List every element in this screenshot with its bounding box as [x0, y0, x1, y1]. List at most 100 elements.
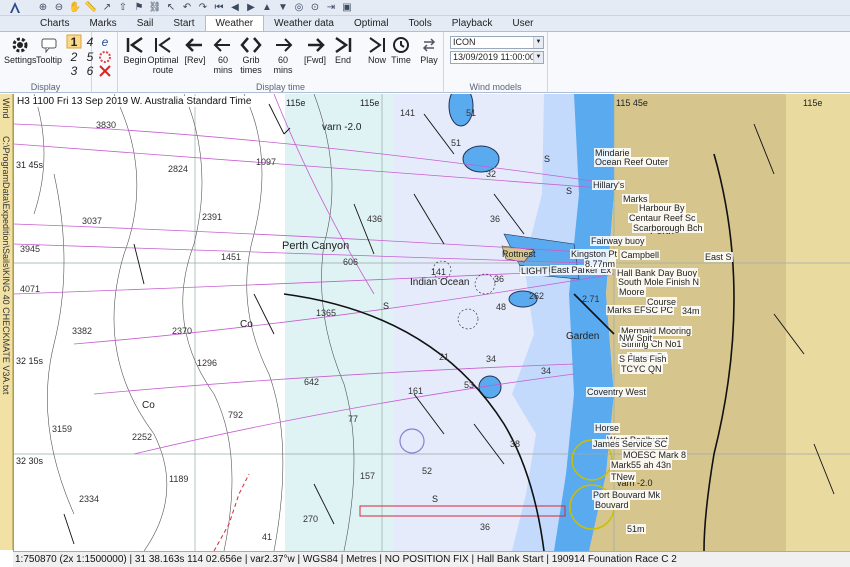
- course-mark-label[interactable]: James Service SC: [592, 439, 669, 449]
- tab-charts[interactable]: Charts: [30, 16, 79, 31]
- depth-sounding: 38: [510, 439, 521, 449]
- begin-label: Begin: [123, 55, 147, 65]
- optimal-route-label: Optimal route: [147, 55, 179, 75]
- tooltip-button[interactable]: Tooltip: [36, 35, 62, 65]
- nautical-chart[interactable]: 31 45s 32 15s 32 30s 115 45e 115e 115e 115e Per…: [13, 94, 850, 551]
- depth-sounding: 157: [360, 471, 376, 481]
- tab-optimal[interactable]: Optimal: [344, 16, 398, 31]
- depth-sounding: 2334: [79, 494, 100, 504]
- tab-user[interactable]: User: [502, 16, 543, 31]
- cursor-icon[interactable]: ↖: [164, 1, 178, 15]
- redo-icon[interactable]: ↷: [196, 1, 210, 15]
- play-start-icon[interactable]: ⏮: [212, 1, 226, 15]
- depth-sounding: 34: [541, 366, 552, 376]
- tab-sail[interactable]: Sail: [127, 16, 164, 31]
- wind-side-label[interactable]: Wind: [1, 98, 11, 119]
- doc-icon[interactable]: ▣: [340, 1, 354, 15]
- settings-button[interactable]: Settings: [4, 35, 37, 65]
- measure-icon[interactable]: 📏: [84, 1, 98, 15]
- depth-sounding: 1451: [221, 252, 242, 262]
- course-mark-label[interactable]: NW Spit: [618, 333, 654, 343]
- tab-weather[interactable]: Weather: [204, 15, 265, 31]
- gps-icon[interactable]: ⊙: [308, 1, 322, 15]
- course-mark-label[interactable]: Moore: [618, 287, 646, 297]
- tab-start[interactable]: Start: [163, 16, 204, 31]
- course-mark-label[interactable]: S Flats Fish: [618, 354, 668, 364]
- depth-sounding: 36: [480, 522, 491, 532]
- wind-model-select[interactable]: ICON ▼: [450, 36, 544, 49]
- end-button[interactable]: End: [328, 35, 358, 65]
- longitude-label: 115e: [803, 98, 823, 108]
- arrow-left-icon[interactable]: ◀: [228, 1, 242, 15]
- rev-button[interactable]: [Rev]: [180, 35, 210, 65]
- longitude-label: 115 45e: [616, 98, 648, 108]
- place-label: S: [432, 494, 439, 504]
- course-mark-label[interactable]: Campbell: [620, 250, 661, 260]
- arrow-left-icon: [184, 35, 206, 55]
- route-icon[interactable]: ↗: [100, 1, 114, 15]
- arrow-right-icon[interactable]: ▶: [244, 1, 258, 15]
- grib-times-button[interactable]: Grib times: [236, 35, 266, 75]
- course-mark-label[interactable]: Horse: [594, 423, 621, 433]
- depth-sounding: 642: [304, 377, 320, 387]
- course-mark-label[interactable]: 51m: [626, 524, 646, 534]
- course-mark-label[interactable]: Mark55 ah 43n: [610, 460, 673, 470]
- course-mark-label[interactable]: Bouvard: [594, 500, 630, 510]
- course-mark-label[interactable]: Centaur Reef Sc: [628, 213, 697, 223]
- depth-sounding: 436: [367, 214, 383, 224]
- tab-marks[interactable]: Marks: [79, 16, 126, 31]
- begin-button[interactable]: Begin: [120, 35, 150, 65]
- depth-sounding: 270: [303, 514, 319, 524]
- depth-sounding: 41: [262, 532, 273, 542]
- play-button[interactable]: Play: [414, 35, 444, 65]
- optimal-route-button[interactable]: Optimal route: [147, 35, 179, 75]
- course-mark-label[interactable]: Ocean Reef Outer: [594, 157, 670, 167]
- tab-weather-data[interactable]: Weather data: [264, 16, 344, 31]
- wind-time-select[interactable]: 13/09/2019 11:00:00 ▼: [450, 51, 544, 64]
- clock-icon: [390, 35, 412, 55]
- zoom-out-icon[interactable]: ⊖: [52, 1, 66, 15]
- course-mark-label[interactable]: 8.77nm: [584, 259, 617, 269]
- depth-sounding: 77: [348, 414, 359, 424]
- arrow-end-icon[interactable]: ⇥: [324, 1, 338, 15]
- arrow-up-icon[interactable]: ▲: [260, 1, 274, 15]
- course-mark-label[interactable]: Port Bouvard Mk: [592, 490, 662, 500]
- course-mark-label[interactable]: Kingston Pt: [570, 249, 619, 259]
- course-mark-label[interactable]: South Mole Finish N: [617, 277, 701, 287]
- rev-label: [Rev]: [184, 55, 206, 65]
- forward-60-mins-button[interactable]: 60 mins: [268, 35, 298, 75]
- grid-num-3: 3: [71, 64, 78, 78]
- wind-model-value: ICON: [453, 37, 476, 47]
- fwd-button[interactable]: [Fwd]: [300, 35, 330, 65]
- link-icon[interactable]: ⛓: [148, 1, 162, 15]
- course-mark-label[interactable]: MOESC Mark 8: [622, 450, 688, 460]
- depth-sounding: 36: [490, 214, 501, 224]
- waypoint-icon[interactable]: ⚑: [132, 1, 146, 15]
- arrow-down-icon[interactable]: ▼: [276, 1, 290, 15]
- course-mark-label[interactable]: TCYC QN: [620, 364, 663, 374]
- course-mark-label[interactable]: LIGHT: [520, 266, 549, 276]
- pointer-icon[interactable]: ⇧: [116, 1, 130, 15]
- course-mark-label[interactable]: Course: [646, 297, 678, 307]
- course-mark-label[interactable]: East S: [704, 252, 733, 262]
- course-mark-label[interactable]: TNew: [610, 472, 636, 482]
- back-60-mins-button[interactable]: 60 mins: [208, 35, 238, 75]
- globe-icon[interactable]: ◎: [292, 1, 306, 15]
- app-logo[interactable]: [0, 0, 30, 16]
- tab-playback[interactable]: Playback: [442, 16, 503, 31]
- now-label: Now: [367, 55, 386, 65]
- course-mark-label[interactable]: Hillary's: [592, 180, 626, 190]
- tab-tools[interactable]: Tools: [398, 16, 441, 31]
- course-mark-label[interactable]: Scarborough Bch: [632, 223, 704, 233]
- side-panel-strip[interactable]: Wind C:\ProgramData\Expedition\Sails\KIN…: [0, 94, 13, 550]
- time-button[interactable]: Time: [386, 35, 416, 65]
- depth-sounding: 2824: [168, 164, 189, 174]
- course-mark-label[interactable]: Fairway buoy: [590, 236, 646, 246]
- course-mark-label[interactable]: 34m: [681, 306, 701, 316]
- undo-icon[interactable]: ↶: [180, 1, 194, 15]
- hand-pan-icon[interactable]: ✋: [68, 1, 82, 15]
- depth-sounding: 3830: [96, 120, 117, 130]
- zoom-in-icon[interactable]: ⊕: [36, 1, 50, 15]
- course-mark-label[interactable]: Coventry West: [586, 387, 647, 397]
- course-mark-label[interactable]: Harbour By: [638, 203, 686, 213]
